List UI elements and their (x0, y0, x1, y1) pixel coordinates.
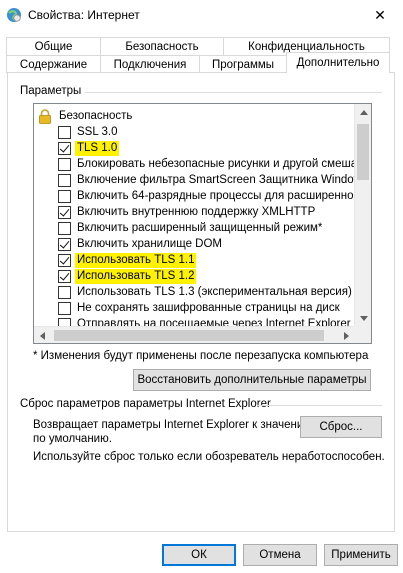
tab-advanced[interactable]: Дополнительно (286, 52, 390, 73)
option-label: Не сохранять зашифрованные страницы на д… (77, 301, 340, 314)
close-icon: ✕ (374, 6, 386, 23)
category-security: Безопасность (34, 108, 355, 124)
scroll-up-arrow[interactable] (355, 104, 371, 121)
option-row[interactable]: Включение фильтра SmartScreen Защитника … (34, 172, 355, 188)
option-label: Использовать TLS 1.1 (75, 252, 197, 268)
reset-group-label: Сброс параметров параметры Internet Expl… (20, 398, 271, 410)
params-list: Безопасность SSL 3.0 TLS 1.0 Блокировать н… (34, 104, 355, 327)
option-checkbox[interactable] (58, 205, 71, 219)
option-label: Использовать TLS 1.2 (75, 268, 197, 284)
option-checkbox[interactable] (58, 141, 71, 155)
tab-strip: Общие Безопасность Конфиденциальность Со… (0, 36, 403, 74)
option-row[interactable]: Блокировать небезопасные рисунки и друго… (34, 156, 355, 172)
option-checkbox[interactable] (58, 189, 71, 203)
horizontal-scroll-thumb[interactable] (54, 330, 324, 341)
chevron-right-icon (344, 331, 349, 340)
params-group-label: Параметры (20, 85, 82, 97)
lock-icon (38, 108, 52, 124)
ok-button[interactable]: ОК (162, 544, 236, 566)
cancel-button[interactable]: Отмена (243, 544, 317, 566)
tab-security[interactable]: Безопасность (100, 37, 224, 55)
reset-button[interactable]: Сброс... (300, 416, 382, 438)
title-bar: Свойства: Интернет ✕ (0, 0, 403, 30)
internet-options-icon (6, 7, 22, 23)
option-row[interactable]: Использовать TLS 1.3 (экспериментальная … (34, 284, 355, 300)
option-label: Включить внутреннюю поддержку XMLHTTP (77, 205, 316, 218)
reset-hint: Используйте сброс только если обозревате… (33, 451, 385, 463)
chevron-down-icon (359, 316, 368, 321)
option-checkbox[interactable] (58, 253, 71, 267)
option-label: Блокировать небезопасные рисунки и друго… (77, 157, 355, 170)
restart-note: * Изменения будут применены после переза… (33, 350, 369, 362)
vertical-scroll-thumb[interactable] (357, 124, 369, 180)
tab-general[interactable]: Общие (6, 37, 101, 55)
tab-content[interactable]: Содержание (6, 55, 101, 73)
scroll-left-arrow[interactable] (34, 327, 51, 343)
tab-connections[interactable]: Подключения (100, 55, 200, 73)
option-checkbox[interactable] (58, 269, 71, 283)
option-checkbox[interactable] (58, 221, 71, 235)
option-row[interactable]: Использовать TLS 1.1 (34, 252, 355, 268)
option-label: Включить хранилище DOM (77, 237, 222, 250)
window-title: Свойства: Интернет (28, 8, 140, 22)
option-checkbox[interactable] (58, 237, 71, 251)
option-label: Включение фильтра SmartScreen Защитника … (77, 173, 355, 186)
option-row[interactable]: Включить 64-разрядные процессы для расши… (34, 188, 355, 204)
option-row[interactable]: Включить хранилище DOM (34, 236, 355, 252)
option-checkbox[interactable] (58, 285, 71, 299)
tab-programs[interactable]: Программы (199, 55, 287, 73)
option-label: Включить расширенный защищенный режим* (77, 221, 323, 234)
reset-description-line2: по умолчанию. (33, 433, 112, 445)
option-row[interactable]: Не сохранять зашифрованные страницы на д… (34, 300, 355, 316)
option-label: Использовать TLS 1.3 (экспериментальная … (77, 285, 352, 298)
scroll-corner (354, 326, 371, 343)
option-row[interactable]: TLS 1.0 (34, 140, 355, 156)
option-row[interactable]: Включить расширенный защищенный режим* (34, 220, 355, 236)
close-button[interactable]: ✕ (357, 0, 403, 30)
apply-button[interactable]: Применить (324, 544, 398, 566)
option-label: SSL 3.0 (77, 125, 118, 138)
params-group-divider (85, 92, 382, 93)
option-checkbox[interactable] (58, 301, 71, 315)
reset-description-line1: Возвращает параметры Internet Explorer к… (33, 419, 318, 431)
option-checkbox[interactable] (58, 125, 71, 139)
scroll-down-arrow[interactable] (355, 310, 371, 327)
restore-advanced-button[interactable]: Восстановить дополнительные параметры (133, 369, 371, 391)
horizontal-scrollbar[interactable] (34, 326, 355, 343)
reset-group-divider (257, 405, 382, 406)
chevron-up-icon (359, 110, 368, 115)
option-checkbox[interactable] (58, 157, 71, 171)
scroll-right-arrow[interactable] (338, 327, 355, 343)
option-checkbox[interactable] (58, 173, 71, 187)
option-label: Включить 64-разрядные процессы для расши… (77, 189, 355, 202)
option-label: TLS 1.0 (75, 140, 120, 156)
chevron-left-icon (40, 331, 45, 340)
category-label: Безопасность (59, 109, 133, 122)
vertical-scrollbar[interactable] (354, 104, 371, 327)
option-row[interactable]: Использовать TLS 1.2 (34, 268, 355, 284)
option-row[interactable]: Включить внутреннюю поддержку XMLHTTP (34, 204, 355, 220)
option-row[interactable]: SSL 3.0 (34, 124, 355, 140)
params-listbox[interactable]: Безопасность SSL 3.0 TLS 1.0 Блокировать н… (33, 103, 372, 344)
